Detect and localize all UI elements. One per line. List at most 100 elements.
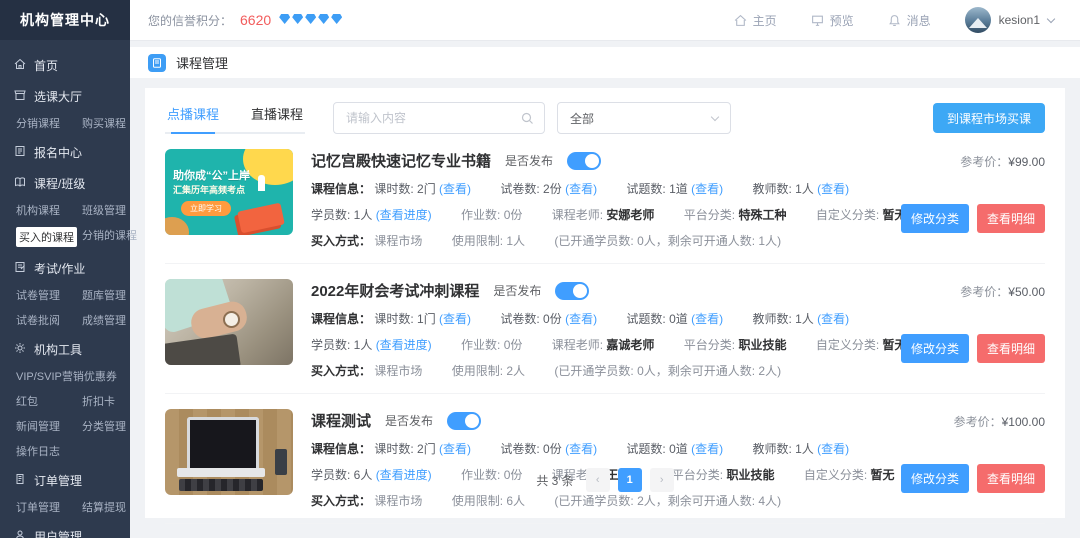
modify-category-button[interactable]: 修改分类 xyxy=(901,204,969,233)
thumb-headline: 助你成“公”上岸 xyxy=(173,167,250,183)
sidebar-item-score-mgmt[interactable]: 成绩管理 xyxy=(82,312,130,328)
course-detail-line: 学员数: 1人 (查看进度) 作业数: 0份 课程老师: 安娜老师 平台分类: … xyxy=(311,206,852,223)
view-link[interactable]: (查看) xyxy=(691,312,723,326)
course-thumbnail-promo[interactable]: 助你成“公”上岸 汇集历年高频考点 立即学习 xyxy=(165,149,293,235)
user-icon xyxy=(14,529,26,538)
sidebar-item-paper-review[interactable]: 试卷批阅 xyxy=(16,312,74,328)
avatar xyxy=(965,7,991,33)
sidebar-item-operation-log[interactable]: 操作日志 xyxy=(16,443,130,459)
form-icon xyxy=(14,145,26,160)
sidebar-item-user-mgmt-section[interactable]: 用户管理 xyxy=(14,526,130,538)
gem-icon xyxy=(305,14,316,24)
course-row: 2022年财会考试冲刺课程 是否发布 课程信息： 课时数: 1门 (查看) 试卷… xyxy=(165,264,1045,394)
info-label: 课程信息： xyxy=(311,312,371,326)
info-label: 课程信息： xyxy=(311,442,371,456)
sidebar-item-label: 机构工具 xyxy=(34,341,82,358)
sidebar-item-class-mgmt[interactable]: 班级管理 xyxy=(82,202,137,218)
search-input[interactable] xyxy=(344,110,513,126)
credit-score: 您的信誉积分： 6620 xyxy=(148,12,344,29)
view-detail-button[interactable]: 查看明细 xyxy=(977,204,1045,233)
price-label: 参考价： xyxy=(960,155,1008,169)
view-link[interactable]: (查看) xyxy=(691,442,723,456)
sidebar-item-home[interactable]: 首页 xyxy=(14,55,130,75)
publish-label: 是否发布 xyxy=(385,412,433,429)
sidebar-item-label: 报名中心 xyxy=(34,144,82,161)
view-progress-link[interactable]: (查看进度) xyxy=(376,338,432,352)
view-link[interactable]: (查看) xyxy=(439,182,471,196)
publish-toggle[interactable] xyxy=(567,152,601,170)
sidebar-item-category-mgmt[interactable]: 分类管理 xyxy=(82,418,130,434)
view-link[interactable]: (查看) xyxy=(565,442,597,456)
decor-person xyxy=(258,175,265,191)
gem-icon xyxy=(279,14,290,24)
sidebar-item-vip-coupons[interactable]: VIP/SVIP营销优惠券 xyxy=(16,368,130,384)
sidebar-nav: 首页 选课大厅 分销课程 购买课程 报名中心 课程/班级 机构课程 班级管理 xyxy=(0,40,130,538)
view-link[interactable]: (查看) xyxy=(817,442,849,456)
go-market-button[interactable]: 到课程市场买课 xyxy=(933,103,1045,133)
course-card: 点播课程 直播课程 全部 到课程市场买课 xyxy=(145,88,1065,518)
view-link[interactable]: (查看) xyxy=(565,182,597,196)
toolbar: 点播课程 直播课程 全部 到课程市场买课 xyxy=(165,102,1045,134)
category-select[interactable]: 全部 xyxy=(557,102,731,134)
decor-book xyxy=(237,203,285,234)
sidebar-item-order-mgmt[interactable]: 订单管理 xyxy=(16,499,74,515)
buy-label: 买入方式： xyxy=(311,234,371,248)
chevron-down-icon xyxy=(1047,14,1055,22)
view-link[interactable]: (查看) xyxy=(691,182,723,196)
view-progress-link[interactable]: (查看进度) xyxy=(376,208,432,222)
view-link[interactable]: (查看) xyxy=(439,312,471,326)
pagination-next-button[interactable]: › xyxy=(650,468,674,492)
user-menu[interactable]: kesion1 xyxy=(965,7,1054,33)
sidebar-item-course-hall[interactable]: 选课大厅 xyxy=(14,86,130,106)
sidebar-item-exam-homework[interactable]: 考试/作业 xyxy=(14,258,130,278)
book-icon xyxy=(14,176,26,191)
pagination-prev-button[interactable]: ‹ xyxy=(586,468,610,492)
tab-live-courses[interactable]: 直播课程 xyxy=(249,102,305,123)
decor-watch xyxy=(223,311,240,328)
course-title: 记忆宫殿快速记忆专业书籍 xyxy=(311,150,491,171)
course-info: 课程测试 是否发布 课程信息： 课时数: 2门 (查看) 试卷数: 0份 (查看… xyxy=(311,409,852,509)
username: kesion1 xyxy=(999,13,1040,27)
tab-vod-courses[interactable]: 点播课程 xyxy=(165,102,221,123)
sidebar-item-settlement[interactable]: 结算提现 xyxy=(82,499,130,515)
topbar-message-link[interactable]: 消息 xyxy=(888,12,931,29)
topbar-preview-link[interactable]: 预览 xyxy=(811,12,854,29)
sidebar-item-buy-courses[interactable]: 购买课程 xyxy=(82,115,130,131)
publish-toggle[interactable] xyxy=(555,282,589,300)
course-thumbnail-photo[interactable] xyxy=(165,279,293,365)
view-link[interactable]: (查看) xyxy=(439,442,471,456)
view-link[interactable]: (查看) xyxy=(565,312,597,326)
sidebar-item-distributed-courses[interactable]: 分销的课程 xyxy=(82,227,137,247)
pagination-page-1[interactable]: 1 xyxy=(618,468,642,492)
sidebar-item-distribute-courses[interactable]: 分销课程 xyxy=(16,115,74,131)
monitor-icon xyxy=(811,14,824,27)
sidebar-item-order-mgmt-section[interactable]: 订单管理 xyxy=(14,470,130,490)
sidebar-item-red-packet[interactable]: 红包 xyxy=(16,393,74,409)
price-value: ¥50.00 xyxy=(1008,285,1045,299)
thumb-cta-button: 立即学习 xyxy=(181,201,231,216)
topbar-home-link[interactable]: 主页 xyxy=(734,12,777,29)
course-buy-line: 买入方式： 课程市场 使用限制: 2人 (已开通学员数: 0人，剩余可开通人数:… xyxy=(311,362,852,379)
sidebar-item-signup-center[interactable]: 报名中心 xyxy=(14,142,130,162)
sidebar-item-course-class[interactable]: 课程/班级 xyxy=(14,173,130,193)
sidebar-item-news-mgmt[interactable]: 新闻管理 xyxy=(16,418,74,434)
topbar-preview-label: 预览 xyxy=(830,12,854,29)
publish-toggle[interactable] xyxy=(447,412,481,430)
sidebar-item-label: 首页 xyxy=(34,57,58,74)
sidebar-item-purchased-courses[interactable]: 买入的课程 xyxy=(16,227,77,247)
view-detail-button[interactable]: 查看明细 xyxy=(977,334,1045,363)
sidebar-item-paper-mgmt[interactable]: 试卷管理 xyxy=(16,287,74,303)
modify-category-button[interactable]: 修改分类 xyxy=(901,334,969,363)
search-icon[interactable] xyxy=(521,112,534,125)
sidebar-item-org-tools[interactable]: 机构工具 xyxy=(14,339,130,359)
gem-icon xyxy=(331,14,342,24)
home-icon xyxy=(734,14,747,27)
sidebar-item-question-bank[interactable]: 题库管理 xyxy=(82,287,130,303)
course-title: 2022年财会考试冲刺课程 xyxy=(311,280,479,301)
sidebar-item-org-courses[interactable]: 机构课程 xyxy=(16,202,74,218)
view-link[interactable]: (查看) xyxy=(817,312,849,326)
sidebar-item-discount-card[interactable]: 折扣卡 xyxy=(82,393,130,409)
course-title: 课程测试 xyxy=(311,410,371,431)
view-link[interactable]: (查看) xyxy=(817,182,849,196)
platform-category: 职业技能 xyxy=(738,338,786,352)
